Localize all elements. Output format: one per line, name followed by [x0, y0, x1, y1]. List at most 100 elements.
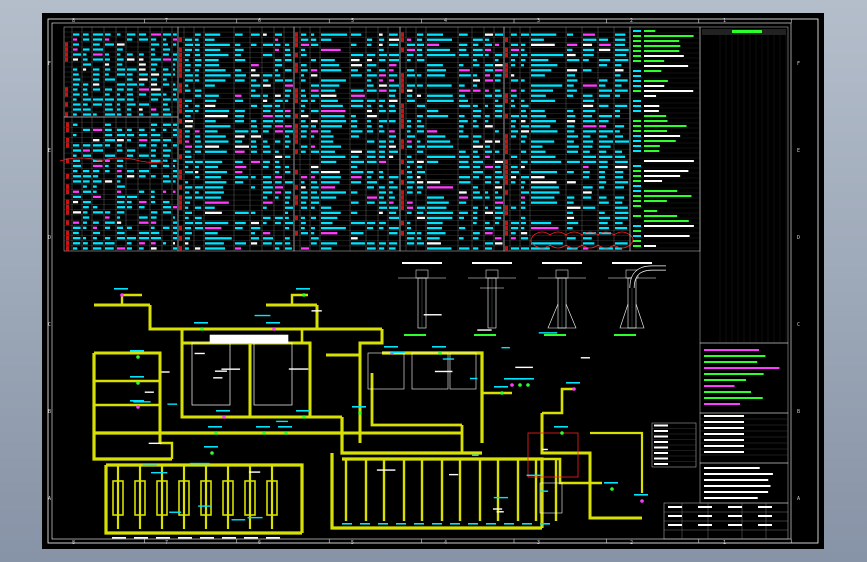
valve-legend-text: [654, 430, 668, 432]
table-cell-text: [459, 155, 470, 158]
table-red-cell: [66, 246, 69, 251]
table-cell-text: [73, 53, 81, 56]
legend-symbol: [633, 240, 641, 242]
table-red-cell: [505, 164, 508, 170]
general-note-line: [704, 403, 741, 405]
table-cell-text: [389, 53, 399, 57]
table-cell-text: [127, 139, 132, 142]
drawing-viewport[interactable]: 8877665544332211FFEEDDCCBBAA: [42, 13, 824, 549]
table-cell-text: [531, 186, 559, 189]
table-cell-text: [351, 120, 358, 123]
table-cell-text: [531, 140, 555, 143]
table-cell-text: [73, 200, 79, 204]
table-cell-text: [599, 38, 609, 41]
table-cell-text: [417, 114, 423, 118]
table-cell-text: [615, 58, 629, 62]
table-cell-text: [195, 53, 201, 57]
table-cell-text: [73, 88, 78, 91]
table-cell-text: [205, 247, 225, 250]
table-cell-text: [105, 73, 109, 76]
table-red-cell: [179, 98, 182, 104]
table-cell-text: [583, 109, 596, 113]
table-cell-text: [83, 38, 90, 41]
table-cell-text: [83, 211, 88, 214]
table-cell-text: [379, 247, 385, 250]
table-cell-text: [127, 78, 133, 81]
table-cell-text: [367, 226, 374, 230]
table-cell-text: [251, 226, 261, 230]
table-cell-text: [567, 135, 579, 138]
legend-symbol: [633, 190, 641, 192]
instrument-icon: [610, 487, 614, 491]
table-cell-text: [531, 33, 557, 36]
table-cell-text: [583, 48, 595, 52]
table-cell-text: [351, 176, 362, 179]
table-cell-text: [205, 114, 228, 118]
table-cell-text: [105, 58, 110, 61]
table-cell-text: [105, 108, 113, 111]
table-cell-text: [127, 236, 136, 240]
table-cell-text: [285, 165, 290, 169]
table-cell-text: [495, 89, 501, 92]
table-cell-text: [73, 175, 81, 178]
table-cell-text: [389, 181, 394, 184]
table-cell-text: [321, 64, 340, 67]
table-cell-text: [185, 140, 190, 143]
table-cell-text: [127, 33, 136, 36]
table-cell-text: [263, 109, 271, 113]
table-cell-text: [367, 247, 376, 250]
detail-note: [544, 334, 566, 336]
table-cell-text: [205, 120, 216, 123]
table-cell-text: [73, 38, 78, 41]
table-cell-text: [367, 155, 376, 158]
table-cell-text: [417, 237, 422, 240]
table-cell-text: [139, 83, 145, 86]
table-cell-text: [417, 216, 425, 220]
legend-text: [644, 175, 681, 177]
revision-block: [699, 412, 789, 464]
table-cell-text: [351, 130, 363, 133]
table-cell-text: [285, 79, 293, 82]
revision-text: [704, 451, 744, 453]
table-cell-text: [567, 130, 575, 133]
table-cell-text: [117, 190, 122, 193]
table-red-cell: [66, 127, 69, 133]
table-cell-text: [235, 74, 246, 77]
table-red-cell: [179, 200, 182, 205]
table-cell-text: [367, 176, 372, 179]
table-cell-text: [117, 33, 121, 36]
table-cell-text: [367, 130, 374, 133]
table-cell-text: [407, 160, 414, 164]
table-red-cell: [179, 73, 182, 78]
table-cell-text: [83, 103, 88, 106]
instrument-icon: [222, 415, 226, 419]
table-red-cell: [179, 108, 182, 114]
table-cell-text: [185, 211, 192, 214]
table-cell-text: [367, 74, 377, 77]
table-cell-text: [151, 73, 160, 76]
table-red-cell: [65, 112, 68, 117]
instrument-icon: [262, 431, 266, 435]
table-cell-text: [263, 99, 268, 102]
table-cell-text: [117, 113, 122, 116]
table-cell-text: [117, 149, 123, 152]
table-cell-text: [389, 104, 395, 108]
pipe-annotation: [423, 314, 442, 316]
table-cell-text: [511, 99, 515, 102]
table-cell-text: [407, 170, 413, 174]
tag-label: [216, 410, 230, 412]
table-red-cell: [505, 225, 508, 231]
table-cell-text: [567, 181, 576, 184]
table-cell-text: [459, 191, 467, 194]
valve-legend-text: [654, 441, 668, 443]
table-cell-text: [83, 185, 87, 188]
table-cell-text: [263, 33, 267, 36]
legend-text: [644, 55, 684, 57]
table-cell-text: [407, 145, 413, 148]
table-cell-text: [495, 114, 503, 118]
table-cell-text: [321, 114, 345, 118]
table-cell-text: [117, 221, 122, 224]
table-cell-text: [251, 237, 260, 240]
table-cell-text: [205, 79, 226, 82]
table-cell-text: [251, 242, 258, 245]
